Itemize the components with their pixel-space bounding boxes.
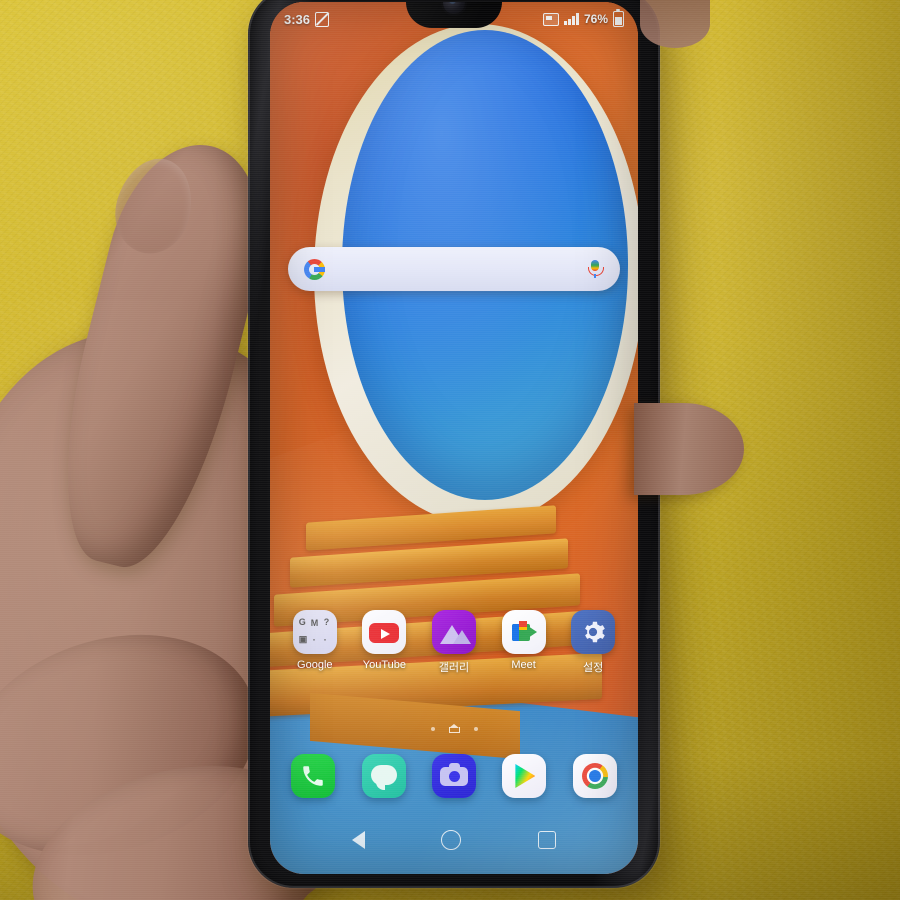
screen-notch — [406, 2, 502, 28]
front-camera-icon — [443, 2, 465, 14]
phone-screen[interactable]: 3:36 76% G M ? ▣ · · Google YouTube 갤러리 … — [270, 2, 638, 874]
youtube-icon — [362, 610, 407, 654]
screenshot-icon — [543, 12, 560, 26]
app-google-folder[interactable]: G M? ▣ · · Google — [284, 610, 346, 675]
google-folder-icon: G M? ▣ · · — [292, 610, 337, 654]
camera-icon[interactable] — [431, 754, 476, 798]
app-label-youtube: YouTube — [362, 659, 406, 671]
microphone-icon[interactable] — [586, 259, 604, 279]
chrome-icon[interactable] — [572, 754, 617, 798]
app-label-google: Google — [297, 659, 333, 671]
hand-finger-top-right — [640, 0, 710, 48]
home-circle-icon[interactable] — [441, 830, 462, 850]
battery-percent: 76% — [583, 12, 608, 26]
page-dot-right[interactable] — [473, 726, 478, 731]
settings-gear-icon — [571, 610, 616, 654]
gallery-icon — [431, 610, 476, 654]
google-g-icon — [304, 258, 325, 280]
app-label-settings: 설정 — [583, 662, 604, 674]
photo-scene: 3:36 76% G M ? ▣ · · Google YouTube 갤러리 … — [0, 0, 900, 900]
back-triangle-icon[interactable] — [352, 831, 366, 849]
status-bar-right: 76% — [543, 8, 624, 27]
status-time: 3:36 — [284, 11, 311, 27]
app-gallery[interactable]: 갤러리 — [423, 610, 485, 675]
messages-icon[interactable] — [361, 754, 406, 798]
google-meet-icon — [501, 610, 546, 654]
home-app-row: G M? ▣ · · Google YouTube 갤러리 Meet 설정 — [280, 610, 628, 675]
app-label-gallery: 갤러리 — [438, 662, 470, 674]
recents-square-icon[interactable] — [537, 831, 556, 849]
google-search-bar[interactable] — [288, 247, 620, 291]
page-home-icon[interactable] — [448, 724, 460, 733]
play-store-icon[interactable] — [502, 754, 547, 798]
signal-bars-icon — [564, 13, 579, 25]
smartphone-device: 3:36 76% G M ? ▣ · · Google YouTube 갤러리 … — [248, 0, 660, 888]
page-indicator — [270, 724, 638, 733]
mute-icon — [315, 11, 330, 27]
phone-icon[interactable] — [291, 754, 336, 798]
navigation-bar — [270, 820, 638, 860]
app-meet[interactable]: Meet — [493, 610, 555, 675]
home-dock — [278, 754, 630, 798]
status-bar-left: 3:36 — [284, 11, 330, 27]
app-label-meet: Meet — [511, 659, 536, 671]
app-settings[interactable]: 설정 — [562, 610, 624, 675]
app-youtube[interactable]: YouTube — [353, 610, 415, 675]
page-dot-left[interactable] — [430, 726, 435, 731]
battery-icon — [613, 8, 624, 27]
